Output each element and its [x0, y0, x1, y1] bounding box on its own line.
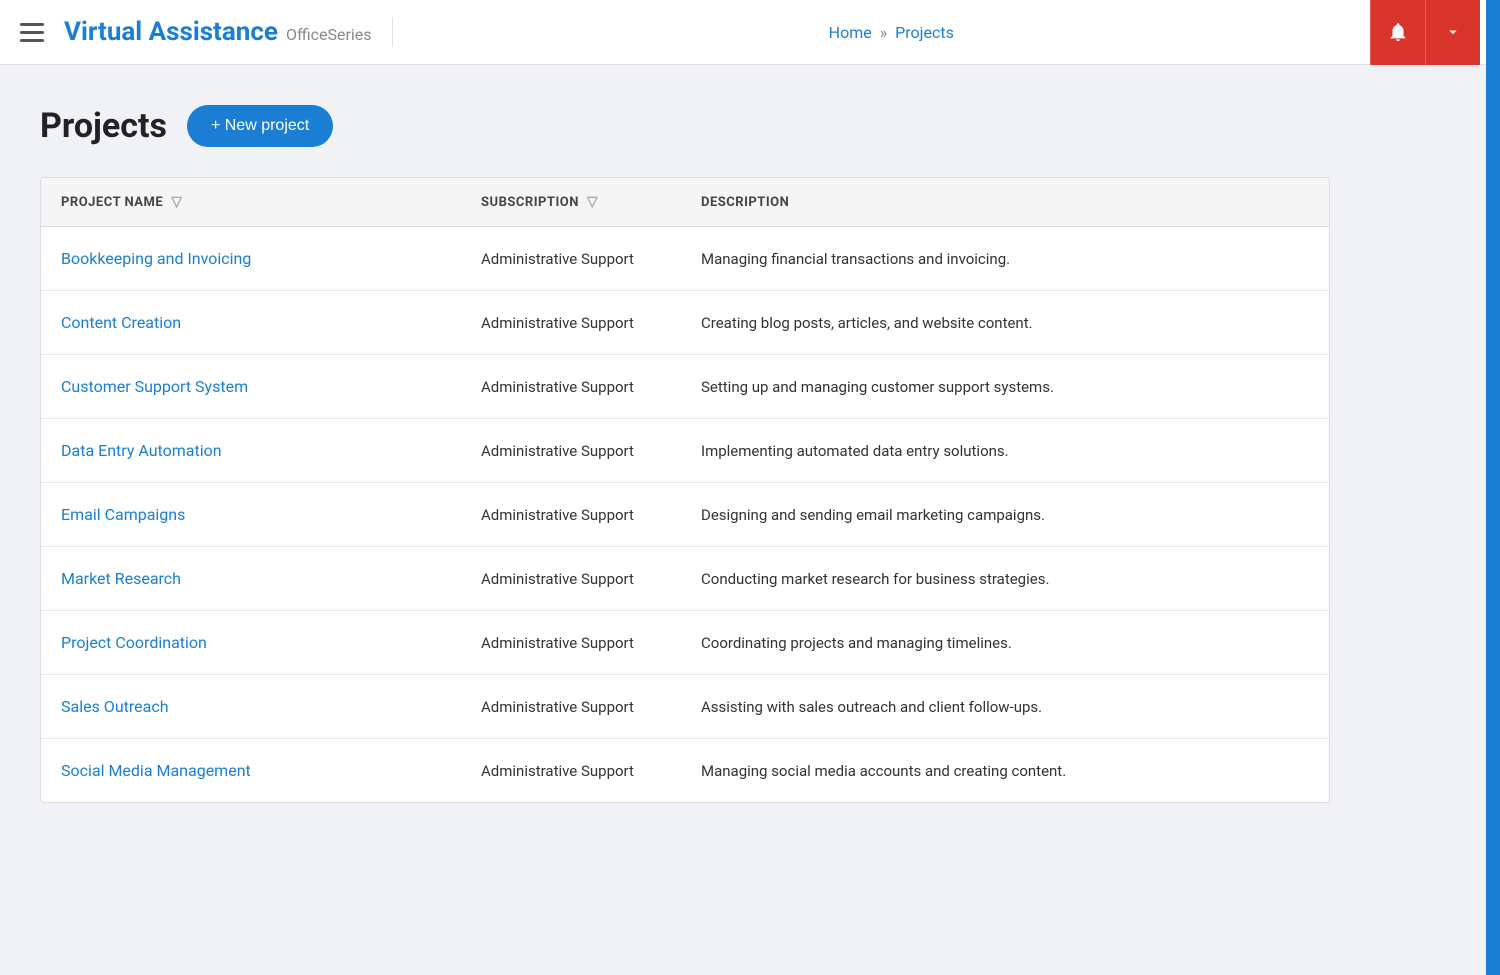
cell-project-name: Customer Support System [41, 355, 461, 419]
table-row: Customer Support System Administrative Su… [41, 355, 1329, 419]
cell-description: Setting up and managing customer support… [681, 355, 1329, 419]
table-row: Market Research Administrative SupportCon… [41, 547, 1329, 611]
header-actions [1370, 0, 1480, 65]
scrollbar-track[interactable] [1486, 0, 1500, 975]
cell-subscription: Administrative Support [461, 739, 681, 803]
breadcrumb-separator: » [880, 23, 888, 42]
cell-subscription: Administrative Support [461, 611, 681, 675]
cell-subscription: Administrative Support [461, 291, 681, 355]
chevron-down-icon [1444, 23, 1462, 41]
cell-subscription: Administrative Support [461, 355, 681, 419]
cell-description: Managing social media accounts and creat… [681, 739, 1329, 803]
cell-description: Assisting with sales outreach and client… [681, 675, 1329, 739]
table-row: Bookkeeping and Invoicing Administrative … [41, 227, 1329, 291]
dropdown-button[interactable] [1425, 0, 1480, 65]
table-row: Project Coordination Administrative Suppo… [41, 611, 1329, 675]
cell-project-name: Sales Outreach [41, 675, 461, 739]
cell-description: Creating blog posts, articles, and websi… [681, 291, 1329, 355]
notification-button[interactable] [1370, 0, 1425, 65]
filter-icon-name[interactable]: ▽ [171, 194, 182, 210]
cell-project-name: Market Research [41, 547, 461, 611]
cell-project-name: Project Coordination [41, 611, 461, 675]
scrollbar-thumb[interactable] [1486, 0, 1500, 975]
new-project-button[interactable]: + New project [187, 105, 333, 147]
cell-description: Designing and sending email marketing ca… [681, 483, 1329, 547]
projects-table: PROJECT NAME ▽ SUBSCRIPTION ▽ DESCRIPTIO… [41, 178, 1329, 802]
breadcrumb-home[interactable]: Home [829, 23, 872, 42]
projects-table-container: PROJECT NAME ▽ SUBSCRIPTION ▽ DESCRIPTIO… [40, 177, 1330, 803]
cell-project-name: Bookkeeping and Invoicing [41, 227, 461, 291]
project-link[interactable]: Social Media Management [61, 761, 251, 780]
project-link[interactable]: Project Coordination [61, 633, 207, 652]
cell-project-name: Social Media Management [41, 739, 461, 803]
brand: Virtual Assistance OfficeSeries [64, 17, 393, 47]
cell-subscription: Administrative Support [461, 483, 681, 547]
project-link[interactable]: Sales Outreach [61, 697, 169, 716]
project-link[interactable]: Bookkeeping and Invoicing [61, 249, 251, 268]
breadcrumb: Home » Projects [413, 23, 1371, 42]
table-row: Email Campaigns Administrative SupportDes… [41, 483, 1329, 547]
header: Virtual Assistance OfficeSeries Home » P… [0, 0, 1500, 65]
cell-description: Implementing automated data entry soluti… [681, 419, 1329, 483]
project-link[interactable]: Email Campaigns [61, 505, 185, 524]
cell-project-name: Content Creation [41, 291, 461, 355]
project-link[interactable]: Customer Support System [61, 377, 248, 396]
table-row: Sales Outreach Administrative SupportAssi… [41, 675, 1329, 739]
bell-icon [1387, 21, 1409, 43]
col-header-name: PROJECT NAME ▽ [41, 178, 461, 227]
table-row: Data Entry Automation Administrative Supp… [41, 419, 1329, 483]
cell-subscription: Administrative Support [461, 675, 681, 739]
hamburger-menu[interactable] [20, 23, 44, 42]
project-link[interactable]: Data Entry Automation [61, 441, 222, 460]
cell-subscription: Administrative Support [461, 227, 681, 291]
cell-description: Coordinating projects and managing timel… [681, 611, 1329, 675]
cell-subscription: Administrative Support [461, 419, 681, 483]
cell-project-name: Data Entry Automation [41, 419, 461, 483]
table-header-row: PROJECT NAME ▽ SUBSCRIPTION ▽ DESCRIPTIO… [41, 178, 1329, 227]
page-title: Projects [40, 106, 167, 146]
table-row: Social Media Management Administrative Su… [41, 739, 1329, 803]
brand-title: Virtual Assistance [64, 17, 278, 47]
filter-icon-subscription[interactable]: ▽ [587, 194, 598, 210]
cell-subscription: Administrative Support [461, 547, 681, 611]
col-header-description: DESCRIPTION [681, 178, 1329, 227]
page-header: Projects + New project [40, 105, 1460, 147]
main-content: Projects + New project PROJECT NAME ▽ SU… [0, 65, 1500, 843]
breadcrumb-current[interactable]: Projects [895, 23, 954, 42]
cell-description: Conducting market research for business … [681, 547, 1329, 611]
cell-project-name: Email Campaigns [41, 483, 461, 547]
cell-description: Managing financial transactions and invo… [681, 227, 1329, 291]
table-row: Content Creation Administrative SupportCr… [41, 291, 1329, 355]
project-link[interactable]: Content Creation [61, 313, 181, 332]
project-link[interactable]: Market Research [61, 569, 181, 588]
brand-subtitle: OfficeSeries [286, 25, 372, 44]
col-header-subscription: SUBSCRIPTION ▽ [461, 178, 681, 227]
